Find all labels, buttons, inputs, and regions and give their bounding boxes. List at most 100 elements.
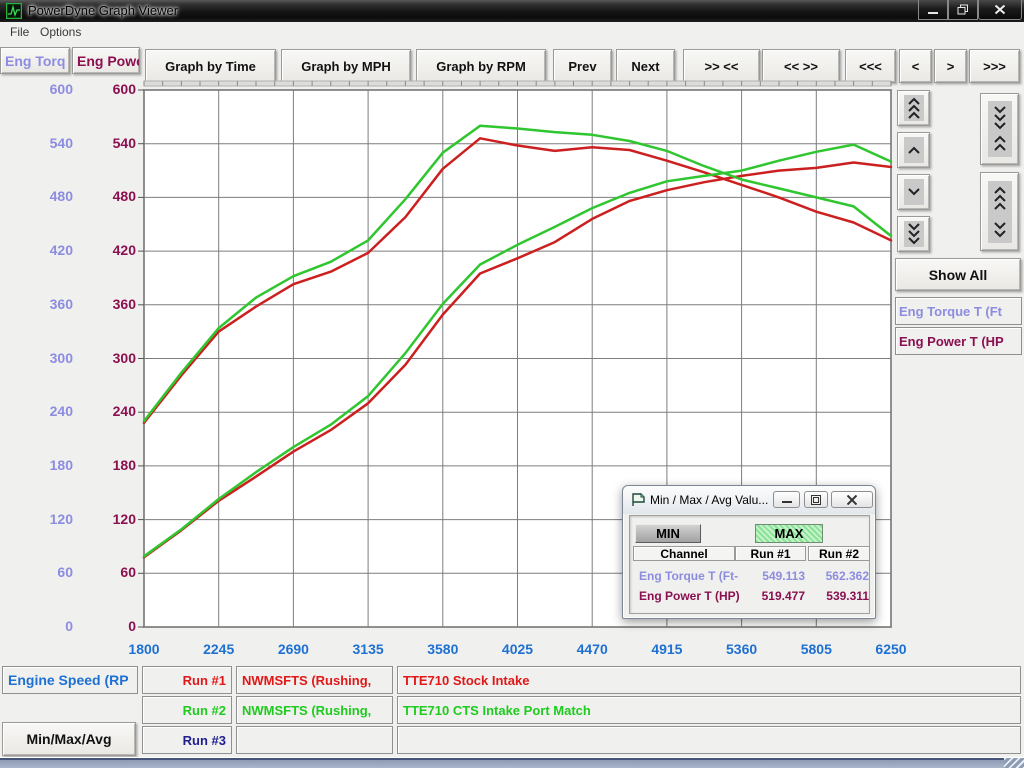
run3-label: Run #3 bbox=[183, 733, 226, 748]
legend-power-label: Eng Power T (HP bbox=[895, 327, 1022, 355]
channel-button-torque[interactable]: Eng Torq bbox=[0, 47, 70, 74]
minmax-row-power-channel: Eng Power T (HP) bbox=[639, 589, 740, 603]
maximize-icon bbox=[811, 495, 821, 505]
compress-chevrons-icon bbox=[988, 101, 1012, 157]
triple-chevron-down-icon bbox=[904, 221, 924, 247]
minmax-torque-run1-value: 549.113 bbox=[737, 569, 805, 583]
x-axis-label: 5805 bbox=[779, 641, 853, 657]
y-axis-label-power: 240 bbox=[76, 403, 136, 419]
run1-label: Run #1 bbox=[183, 673, 226, 688]
restore-icon bbox=[957, 4, 969, 15]
minmax-power-run2-value: 539.311 bbox=[801, 589, 869, 603]
y-axis-label-power: 600 bbox=[76, 81, 136, 97]
minmax-close-button[interactable] bbox=[831, 491, 873, 508]
channel-button-torque-label: Eng Torq bbox=[5, 53, 65, 69]
y-axis-label-torque: 540 bbox=[0, 135, 73, 151]
menu-options[interactable]: Options bbox=[36, 25, 85, 39]
window-bottom-frame bbox=[0, 757, 1024, 768]
minimize-button[interactable] bbox=[918, 0, 948, 20]
minmax-row-torque-channel: Eng Torque T (Ft- bbox=[639, 569, 738, 583]
menu-bar: File Options bbox=[0, 22, 1024, 42]
y-axis-label-power: 540 bbox=[76, 135, 136, 151]
y-scale-up-button[interactable] bbox=[897, 132, 930, 168]
run3-description-box[interactable] bbox=[397, 726, 1021, 754]
y-axis-label-power: 360 bbox=[76, 296, 136, 312]
minmax-minimize-button[interactable] bbox=[773, 491, 800, 508]
minimize-icon bbox=[927, 5, 939, 15]
y-axis-label-torque: 0 bbox=[0, 618, 73, 634]
max-toggle-button[interactable]: MAX bbox=[755, 524, 823, 543]
min-toggle-button[interactable]: MIN bbox=[635, 524, 701, 543]
y-axis-label-torque: 480 bbox=[0, 188, 73, 204]
minmax-maximize-button[interactable] bbox=[804, 491, 828, 508]
minmax-titlebar[interactable]: Min / Max / Avg Valu... bbox=[623, 486, 875, 514]
maximize-button[interactable] bbox=[948, 0, 978, 20]
minmax-window: Min / Max / Avg Valu... MIN MAX Channel … bbox=[622, 485, 876, 619]
run2-operator-text: NWMSFTS (Rushing, bbox=[242, 703, 371, 718]
x-axis-label: 4915 bbox=[630, 641, 704, 657]
run1-operator-box[interactable]: NWMSFTS (Rushing, bbox=[236, 666, 393, 694]
run2-description-text: TTE710 CTS Intake Port Match bbox=[403, 703, 591, 718]
minmaxavg-button[interactable]: Min/Max/Avg bbox=[2, 722, 136, 756]
y-axis-label-power: 0 bbox=[76, 618, 136, 634]
minimize-icon bbox=[782, 496, 792, 504]
zoom-out-x-button[interactable]: << >> bbox=[762, 49, 840, 83]
run1-description-text: TTE710 Stock Intake bbox=[403, 673, 529, 688]
title-bar[interactable]: PowerDyne Graph Viewer bbox=[0, 0, 1024, 22]
y-compress-button[interactable] bbox=[980, 93, 1019, 165]
y-scale-down-fast-button[interactable] bbox=[897, 216, 930, 252]
x-axis-channel-box: Engine Speed (RP bbox=[2, 666, 138, 694]
run2-label: Run #2 bbox=[183, 703, 226, 718]
menu-file[interactable]: File bbox=[6, 25, 33, 39]
scroll-right-button[interactable]: > bbox=[934, 49, 967, 83]
y-axis-label-torque: 360 bbox=[0, 296, 73, 312]
next-button[interactable]: Next bbox=[616, 49, 675, 83]
column-header-run2: Run #2 bbox=[808, 546, 870, 561]
graph-by-mph-button[interactable]: Graph by MPH bbox=[281, 49, 411, 83]
y-axis-label-torque: 120 bbox=[0, 511, 73, 527]
powerdyne-window: PowerDyne Graph Viewer File Options Eng … bbox=[0, 0, 1024, 768]
x-axis-label: 3580 bbox=[406, 641, 480, 657]
y-axis-label-torque: 180 bbox=[0, 457, 73, 473]
x-axis-label: 1800 bbox=[107, 641, 181, 657]
run3-operator-box[interactable] bbox=[236, 726, 393, 754]
y-expand-button[interactable] bbox=[980, 172, 1019, 251]
x-axis-label: 2690 bbox=[256, 641, 330, 657]
run2-description-box[interactable]: TTE710 CTS Intake Port Match bbox=[397, 696, 1021, 724]
run2-label-box: Run #2 bbox=[142, 696, 232, 724]
app-icon bbox=[6, 3, 22, 19]
y-axis-label-power: 300 bbox=[76, 350, 136, 366]
y-axis-label-torque: 600 bbox=[0, 81, 73, 97]
run1-description-box[interactable]: TTE710 Stock Intake bbox=[397, 666, 1021, 694]
y-axis-label-torque: 240 bbox=[0, 403, 73, 419]
chevron-up-icon bbox=[904, 137, 924, 163]
x-axis-label: 4025 bbox=[481, 641, 555, 657]
chevron-down-icon bbox=[904, 179, 924, 205]
y-scale-down-button[interactable] bbox=[897, 174, 930, 210]
graph-by-time-button[interactable]: Graph by Time bbox=[145, 49, 276, 83]
run1-operator-text: NWMSFTS (Rushing, bbox=[242, 673, 371, 688]
x-axis-label: 3135 bbox=[331, 641, 405, 657]
scroll-left-fast-button[interactable]: <<< bbox=[845, 49, 896, 83]
y-axis-label-power: 180 bbox=[76, 457, 136, 473]
graph-by-rpm-button[interactable]: Graph by RPM bbox=[416, 49, 546, 83]
y-axis-label-power: 60 bbox=[76, 564, 136, 580]
channel-button-power[interactable]: Eng Powe bbox=[72, 47, 140, 74]
y-axis-label-power: 420 bbox=[76, 242, 136, 258]
run2-operator-box[interactable]: NWMSFTS (Rushing, bbox=[236, 696, 393, 724]
scroll-left-button[interactable]: < bbox=[899, 49, 932, 83]
y-scale-up-fast-button[interactable] bbox=[897, 90, 930, 126]
zoom-in-x-button[interactable]: >> << bbox=[683, 49, 760, 83]
prev-button[interactable]: Prev bbox=[553, 49, 612, 83]
x-axis-label: 4470 bbox=[555, 641, 629, 657]
resize-grip[interactable] bbox=[1004, 758, 1024, 768]
minmax-window-icon bbox=[631, 493, 646, 507]
show-all-button[interactable]: Show All bbox=[895, 258, 1021, 291]
legend-torque-text: Eng Torque T (Ft bbox=[899, 304, 1002, 319]
legend-power-text: Eng Power T (HP bbox=[899, 334, 1004, 349]
scroll-right-fast-button[interactable]: >>> bbox=[969, 49, 1020, 83]
x-axis-label: 5360 bbox=[705, 641, 779, 657]
y-axis-label-power: 120 bbox=[76, 511, 136, 527]
close-button[interactable] bbox=[978, 0, 1022, 20]
minmax-torque-run2-value: 562.362 bbox=[801, 569, 869, 583]
